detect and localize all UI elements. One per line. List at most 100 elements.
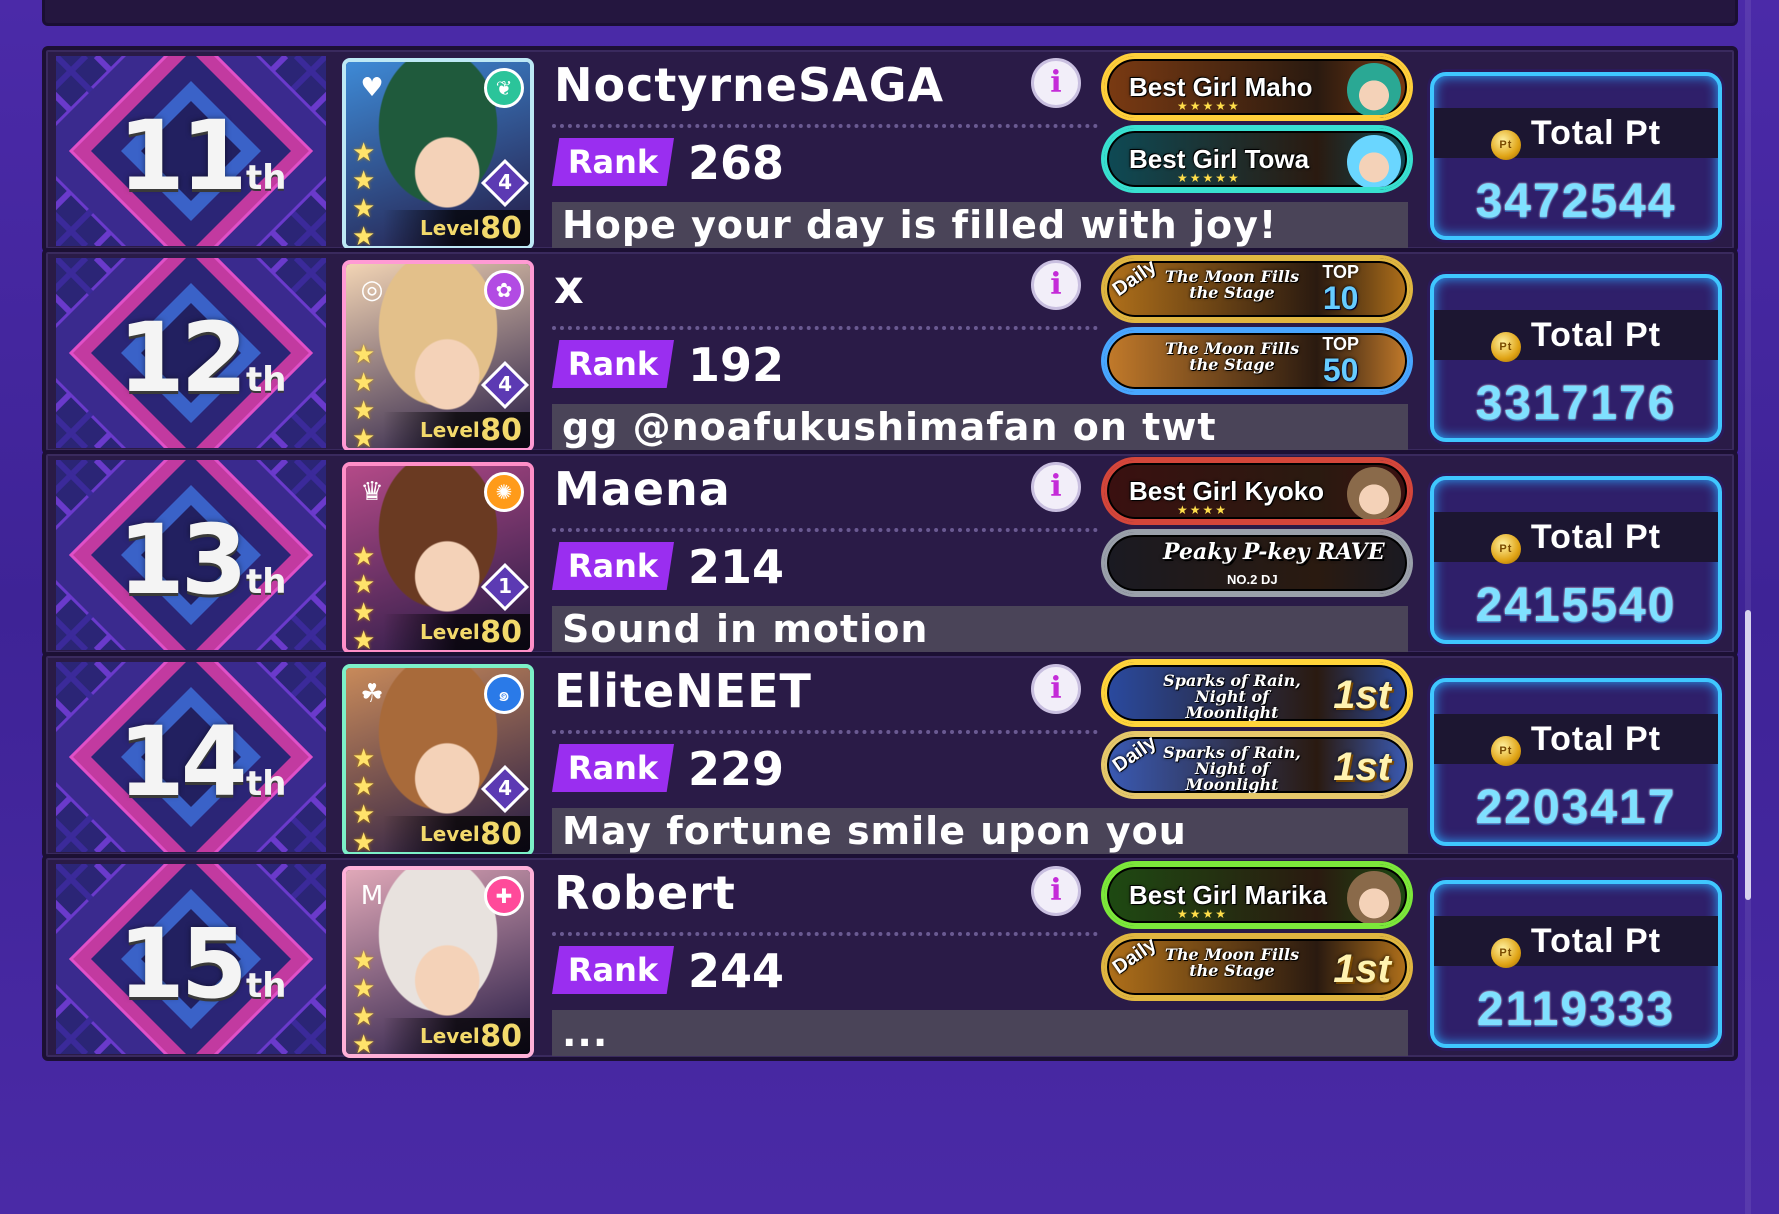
title-badge[interactable]: Best Girl Kyoko ★★★★ xyxy=(1104,460,1410,522)
member-card[interactable]: ♥❦★★★★★4Level80 xyxy=(342,58,534,250)
happy-sneaker-icon: ✿ xyxy=(484,270,524,310)
leaderboard-list: 11th♥❦★★★★★4Level80NoctyrneSAGAiRank268H… xyxy=(42,0,1738,1214)
rank-place: 13 xyxy=(118,504,248,616)
rank-box: 13th xyxy=(56,460,326,650)
rank-box: 11th xyxy=(56,56,326,246)
title-badge[interactable]: Daily Sparks of Rain, Night of Moonlight 1… xyxy=(1104,734,1410,796)
leaderboard-row[interactable]: 15thM✚★★★★★Level80RobertiRank244...Best … xyxy=(42,854,1738,1061)
player-comment: Hope your day is filled with joy! xyxy=(552,202,1408,248)
badge-daily-label: Daily xyxy=(1108,936,1161,979)
name-divider xyxy=(552,528,1098,532)
level-value: 80 xyxy=(480,615,522,650)
player-comment: May fortune smile upon you xyxy=(552,808,1408,854)
member-card[interactable]: ☘๑★★★★4Level80 xyxy=(342,664,534,856)
star-icon: ★ xyxy=(352,570,376,600)
player-rank: 214 xyxy=(688,540,785,594)
member-card[interactable]: ♛✺★★★★1Level80 xyxy=(342,462,534,654)
level-label: Level xyxy=(420,822,480,846)
total-pt-box: Pt Total Pt 2203417 xyxy=(1430,678,1722,846)
event-point-coin-icon: Pt xyxy=(1490,332,1521,362)
previous-row-edge xyxy=(42,0,1738,26)
scrollbar-track[interactable] xyxy=(1745,0,1751,1214)
member-card[interactable]: M✚★★★★★Level80 xyxy=(342,866,534,1058)
training-level: 4 xyxy=(498,372,512,396)
heart-shield-icon: ♥ xyxy=(360,73,384,103)
event-point-coin-icon: Pt xyxy=(1490,736,1521,766)
star-icon: ★ xyxy=(352,744,376,774)
badge-title-text: Peaky P-key RAVE xyxy=(1163,539,1385,565)
player-name: Robert xyxy=(554,866,736,920)
info-button[interactable]: i xyxy=(1031,58,1081,108)
player-comment: ... xyxy=(552,1010,1408,1056)
training-level: 4 xyxy=(498,776,512,800)
total-pt-box: Pt Total Pt 2119333 xyxy=(1430,880,1722,1048)
crown-icon: ♛ xyxy=(360,477,384,507)
title-badge[interactable]: Best Girl Maho ★★★★★ xyxy=(1104,56,1410,118)
title-badge[interactable]: Daily The Moon Fills the Stage TOP 10 xyxy=(1104,258,1410,320)
badge-top-number: 50 xyxy=(1322,352,1359,388)
level-label: Level xyxy=(420,216,480,240)
title-badge[interactable]: Best Girl Marika ★★★★ xyxy=(1104,864,1410,926)
title-badge[interactable]: Peaky P-key RAVE NO.2 DJ xyxy=(1104,532,1410,594)
player-rank: 192 xyxy=(688,338,785,392)
rank-tag: Rank xyxy=(552,946,674,994)
happy-ribbon-icon: ✚ xyxy=(484,876,524,916)
player-name: EliteNEET xyxy=(554,664,812,718)
badge-top-label: TOP xyxy=(1322,334,1359,354)
name-divider xyxy=(552,730,1098,734)
name-divider xyxy=(552,124,1098,128)
name-divider xyxy=(552,326,1098,330)
info-button[interactable]: i xyxy=(1031,664,1081,714)
rank-place-suffix: th xyxy=(246,158,287,198)
pure-leaf-icon: ❦ xyxy=(484,68,524,108)
training-level: 4 xyxy=(498,170,512,194)
player-rank: 268 xyxy=(688,136,785,190)
info-button[interactable]: i xyxy=(1031,260,1081,310)
leaderboard-row[interactable]: 12th◎✿★★★★★4Level80xiRank192gg @noafukus… xyxy=(42,248,1738,455)
badge-subtitle: NO.2 DJ xyxy=(1227,572,1278,587)
rank-place: 12 xyxy=(118,302,248,414)
player-rank: 229 xyxy=(688,742,785,796)
total-pt-label: Total Pt xyxy=(1530,720,1662,758)
level-value: 80 xyxy=(480,1019,522,1054)
badge-top-number: 10 xyxy=(1322,280,1359,316)
title-badge[interactable]: The Moon Fills the Stage TOP 50 xyxy=(1104,330,1410,392)
rank-box: 14th xyxy=(56,662,326,852)
scrollbar-thumb[interactable] xyxy=(1745,610,1751,900)
rank-place-suffix: th xyxy=(246,562,287,602)
badge-event-name: Sparks of Rain, Night of Moonlight xyxy=(1163,743,1301,794)
info-button[interactable]: i xyxy=(1031,866,1081,916)
total-pt-label: Total Pt xyxy=(1530,114,1662,152)
leaderboard-row[interactable]: 11th ♥ ❦ ★★★★★ 4 Level80 NoctyrneSAGA i Rank 268 H… xyxy=(42,46,1738,253)
title-badge[interactable]: Daily The Moon Fills the Stage 1st xyxy=(1104,936,1410,998)
title-badge[interactable]: Sparks of Rain, Night of Moonlight 1st xyxy=(1104,662,1410,724)
badge-title-text: Best Girl Towa xyxy=(1129,143,1310,174)
total-pt-value: 3317176 xyxy=(1475,377,1677,430)
clover-icon: ☘ xyxy=(360,679,384,709)
leaderboard-row[interactable]: 13th ♛ ✺ ★★★★ 1 Level80 Maena i Rank 214 Sound in … xyxy=(42,450,1738,657)
star-icon: ★ xyxy=(352,946,376,976)
star-icon: ★ xyxy=(352,166,376,196)
member-card[interactable]: ◎✿★★★★★4Level80 xyxy=(342,260,534,452)
leaderboard-row[interactable]: 14th☘๑★★★★4Level80EliteNEETiRank229May f… xyxy=(42,652,1738,859)
total-pt-value: 3472544 xyxy=(1475,175,1677,228)
info-button[interactable]: i xyxy=(1031,462,1081,512)
name-divider xyxy=(552,932,1098,936)
total-pt-label: Total Pt xyxy=(1530,316,1662,354)
level-label: Level xyxy=(420,418,480,442)
total-pt-value: 2203417 xyxy=(1475,781,1677,834)
total-pt-header: Pt Total Pt xyxy=(1434,310,1718,362)
badge-portrait xyxy=(1347,63,1401,115)
badge-portrait xyxy=(1347,135,1401,187)
event-point-coin-icon: Pt xyxy=(1490,938,1521,968)
target-icon: ◎ xyxy=(360,275,384,305)
rank-place: 14 xyxy=(118,706,248,818)
badge-event-name: The Moon Fills the Stage xyxy=(1164,267,1300,302)
badge-event-name: Sparks of Rain, Night of Moonlight xyxy=(1163,671,1301,722)
rank-box: 15th xyxy=(56,864,326,1054)
badge-event-name: The Moon Fills the Stage xyxy=(1164,339,1300,374)
title-badge[interactable]: Best Girl Towa ★★★★★ xyxy=(1104,128,1410,190)
total-pt-header: Pt Total Pt xyxy=(1434,916,1718,968)
player-rank: 244 xyxy=(688,944,785,998)
rank-box: 12th xyxy=(56,258,326,448)
